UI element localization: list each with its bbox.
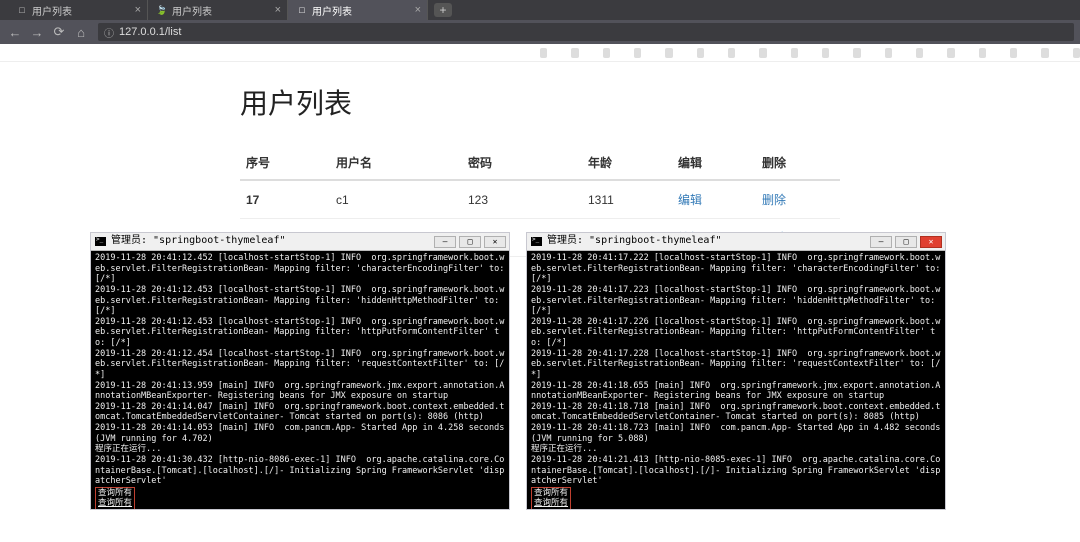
edit-link[interactable]: 编辑 [678,193,702,207]
terminal-icon [531,237,542,246]
terminal-title: 管理员: "springboot-thymeleaf" [111,235,286,248]
terminal-window: 管理员: "springboot-thymeleaf" — □ ✕ 2019-1… [526,232,946,510]
terminal-window: 管理员: "springboot-thymeleaf" — □ ✕ 2019-1… [90,232,510,510]
table-row: 17 c1 123 1311 编辑 删除 [240,180,840,219]
terminal-output[interactable]: 2019-11-28 20:41:12.452 [localhost-start… [91,251,509,509]
address-bar: ← → ⟳ ⌂ ⓘ 127.0.0.1/list [0,20,1080,44]
terminal-titlebar[interactable]: 管理员: "springboot-thymeleaf" — □ ✕ [527,233,945,251]
url-input[interactable]: ⓘ 127.0.0.1/list [98,23,1074,41]
spring-icon: 🍃 [156,4,168,16]
close-icon[interactable]: × [415,4,421,16]
info-icon: ⓘ [104,25,114,40]
maximize-button[interactable]: □ [895,236,917,248]
bookmarks-bar [0,44,1080,62]
new-tab-button[interactable]: + [434,3,452,17]
close-button[interactable]: ✕ [484,236,506,248]
browser-tab[interactable]: □ 用户列表 × [8,0,148,20]
page-icon: □ [296,4,308,16]
col-user: 用户名 [330,146,462,180]
reload-button[interactable]: ⟳ [50,24,68,40]
minimize-button[interactable]: — [870,236,892,248]
tab-title: 用户列表 [172,3,212,18]
maximize-button[interactable]: □ [459,236,481,248]
col-id: 序号 [240,146,330,180]
page-title: 用户列表 [240,82,840,122]
page-icon: □ [16,4,28,16]
close-icon[interactable]: × [275,4,281,16]
browser-tab[interactable]: 🍃 用户列表 × [148,0,288,20]
terminal-title: 管理员: "springboot-thymeleaf" [547,235,722,248]
url-text: 127.0.0.1/list [119,26,181,38]
terminal-output[interactable]: 2019-11-28 20:41:17.222 [localhost-start… [527,251,945,509]
browser-tab-strip: □ 用户列表 × 🍃 用户列表 × □ 用户列表 × + [0,0,1080,20]
delete-link[interactable]: 删除 [762,193,786,207]
col-pwd: 密码 [462,146,582,180]
tab-title: 用户列表 [312,3,352,18]
cell-user: c1 [330,180,462,219]
tab-title: 用户列表 [32,3,72,18]
col-age: 年龄 [582,146,672,180]
browser-tab-active[interactable]: □ 用户列表 × [288,0,428,20]
close-button[interactable]: ✕ [920,236,942,248]
home-button[interactable]: ⌂ [72,25,90,40]
cell-age: 1311 [582,180,672,219]
forward-button[interactable]: → [28,25,46,40]
terminal-icon [95,237,106,246]
close-icon[interactable]: × [135,4,141,16]
col-del: 删除 [756,146,840,180]
cell-pwd: 123 [462,180,582,219]
cell-id: 17 [240,180,330,219]
col-edit: 编辑 [672,146,756,180]
back-button[interactable]: ← [6,25,24,40]
minimize-button[interactable]: — [434,236,456,248]
terminal-titlebar[interactable]: 管理员: "springboot-thymeleaf" — □ ✕ [91,233,509,251]
